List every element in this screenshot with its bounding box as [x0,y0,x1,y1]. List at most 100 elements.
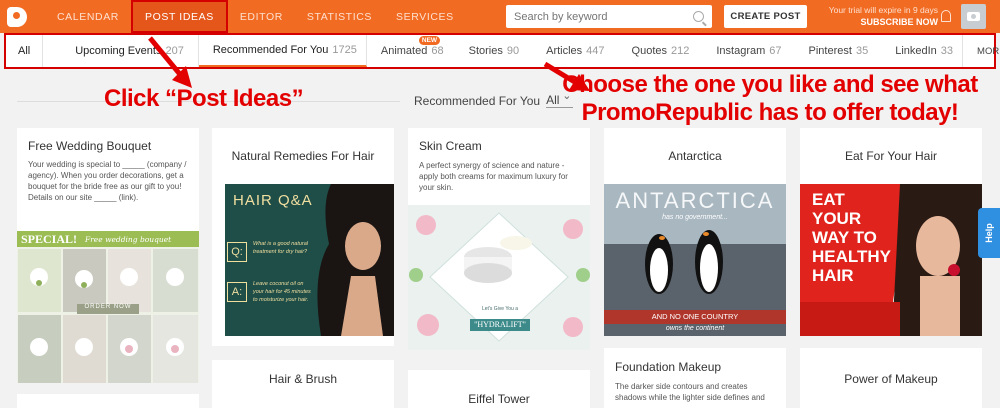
tab-count: 1725 [332,44,357,56]
bell-icon[interactable] [941,10,951,22]
card-title: Skin Cream [419,139,482,153]
new-badge: NEW [418,36,441,45]
tab-upcoming-events[interactable]: Upcoming Events 207 [43,35,199,67]
tab-label: All [18,45,31,57]
search-icon[interactable] [693,11,704,22]
eat-hair-headline: EAT YOUR WAY TO HEALTHY HAIR [812,190,891,285]
card-title: Antarctica [668,149,722,163]
recommended-filter: Recommended For You All [414,89,574,108]
banner-text: SPECIAL! [21,231,78,246]
more-label: MORE [977,45,1000,57]
headline-line: EAT [812,190,845,209]
card-text: A perfect synergy of science and nature … [419,161,568,192]
tab-all[interactable]: All [6,35,44,67]
tab-count: 35 [855,45,869,57]
tab-label: Articles [546,45,583,57]
tab-count: 90 [506,45,520,57]
avatar[interactable] [961,4,986,29]
nav-calendar[interactable]: CALENDAR [45,0,131,33]
tab-label: LinkedIn [895,45,937,57]
tab-animated[interactable]: NEW Animated 68 [367,35,453,67]
headline-line: WAY TO [812,228,877,247]
tab-label: Pinterest [808,45,852,57]
wedding-banner: SPECIAL! Free wedding bouquet [17,231,199,247]
create-post-button[interactable]: CREATE POST [724,5,807,28]
card-title: Power of Makeup [844,372,938,386]
nav-statistics[interactable]: STATISTICS [295,0,384,33]
card-title: Hair & Brush [268,372,338,386]
tab-stories[interactable]: Stories 90 [453,35,529,67]
tab-count: 33 [940,45,954,57]
order-now-label: ORDER NOW [84,304,132,310]
filter-label: Recommended For You [414,93,541,108]
post-card-skin-cream[interactable]: Skin Cream A perfect synergy of science … [408,128,590,350]
tab-count: 212 [671,45,690,57]
help-button[interactable]: Help [978,208,1000,258]
post-card-power-makeup[interactable]: Power of Makeup [800,348,982,408]
tab-count: 68 [431,45,444,57]
cream-label: "HYDRALIFT" [474,320,526,329]
tab-instagram[interactable]: Instagram 67 [698,35,790,67]
q-text: What is a good natural treatment for dry… [253,241,309,255]
card-text: Your wedding is special to _____ (compan… [28,159,192,203]
post-card-eat-hair[interactable]: Eat For Your Hair EAT YOUR WAY TO HEALTH… [800,128,982,336]
cream-small-text: Let's Give You a [482,306,518,312]
a-label: A: [227,282,247,302]
post-card-hair-remedies[interactable]: Natural Remedies For Hair HAIR Q&A Q: A:… [212,128,394,346]
tab-count: 447 [586,45,605,57]
post-card-row2-left[interactable] [17,394,199,408]
skin-cream-image: Let's Give You a "HYDRALIFT" [408,205,590,350]
antarctica-bottom2: owns the continent [665,325,725,332]
bouquet-grid [18,249,198,383]
banner-script: Free wedding bouquet [85,234,172,244]
post-card-antarctica[interactable]: Antarctica ANTARCTICA has no government.… [604,128,786,336]
tab-count: 207 [165,45,184,57]
tab-linkedin[interactable]: LinkedIn 33 [877,35,962,67]
search-input[interactable] [514,10,693,23]
headline-line: YOUR [812,209,862,228]
tab-label: Stories [468,45,503,57]
annotation-click-post-ideas: Click “Post Ideas” [104,85,304,112]
card-title: Foundation Makeup [615,360,722,374]
trial-notice: Your trial will expire in 9 days SUBSCRI… [818,4,938,28]
tab-pinterest[interactable]: Pinterest 35 [791,35,878,67]
tab-label: Quotes [631,45,667,57]
camera-icon [967,12,980,21]
search-box[interactable] [506,5,712,28]
card-title: Eiffel Tower [468,392,530,406]
card-title: Natural Remedies For Hair [231,149,375,163]
card-title: Free Wedding Bouquet [28,139,152,153]
wedding-image: SPECIAL! Free wedding bouquet ORDER NOW [17,231,199,383]
tab-articles[interactable]: Articles 447 [528,35,613,67]
q-label: Q: [227,242,247,262]
tab-count: 67 [769,45,782,57]
hair-qa-image: HAIR Q&A Q: A: What is a good natural tr… [225,184,394,336]
card-title: Eat For Your Hair [844,149,938,163]
card-text: The darker side contours and creates sha… [615,382,765,402]
trial-text: Your trial will expire in 9 days [828,5,938,15]
post-card-wedding[interactable]: Free Wedding Bouquet Your wedding is spe… [17,128,199,383]
tab-quotes[interactable]: Quotes 212 [614,35,699,67]
nav-editor[interactable]: EDITOR [228,0,295,33]
antarctica-sub: has no government... [662,214,728,221]
a-text: Leave coconut oil on your hair for 45 mi… [253,281,311,303]
tab-label: Instagram [716,45,766,57]
tab-recommended[interactable]: Recommended For You 1725 [198,35,367,67]
tab-label: Upcoming Events [75,45,162,57]
promorepublic-logo[interactable] [0,0,33,33]
eat-hair-image: EAT YOUR WAY TO HEALTHY HAIR [800,184,982,336]
headline-line: HEALTHY [812,247,892,266]
antarctica-image: ANTARCTICA has no government... AND NO O… [604,184,786,336]
post-card-foundation[interactable]: Foundation Makeup The darker side contou… [604,348,786,408]
antarctica-heading: ANTARCTICA [615,188,775,213]
nav-services[interactable]: SERVICES [384,0,466,33]
help-label: Help [983,223,994,243]
nav-post-ideas[interactable]: POST IDEAS [130,0,228,33]
more-dropdown[interactable]: MORE ▾ [962,35,1000,67]
category-tabs: All Upcoming Events 207 Recommended For Y… [4,33,1000,69]
subscribe-link[interactable]: SUBSCRIBE NOW [860,17,938,27]
post-card-eiffel[interactable]: Eiffel Tower [408,370,590,408]
tab-label: Animated [380,45,428,57]
headline-line: HAIR [812,266,854,285]
post-card-hair-brush[interactable]: Hair & Brush [212,360,394,408]
